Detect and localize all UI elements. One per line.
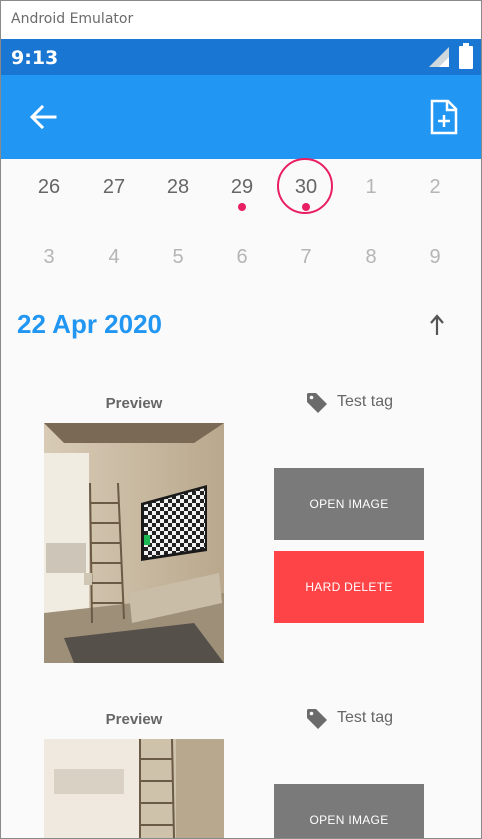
emulator-title-bar: Android Emulator <box>1 1 481 39</box>
image-preview[interactable] <box>44 739 224 839</box>
calendar-day[interactable]: 6 <box>217 246 267 269</box>
event-dot <box>238 203 246 211</box>
app-bar <box>1 75 481 159</box>
image-preview[interactable] <box>44 423 224 663</box>
calendar-day[interactable]: 27 <box>89 176 139 199</box>
preview-label: Preview <box>105 395 163 412</box>
calendar-day[interactable]: 9 <box>410 246 460 269</box>
calendar-day-selected[interactable]: 30 <box>281 176 331 199</box>
calendar-day[interactable]: 7 <box>281 246 331 269</box>
preview-label: Preview <box>105 711 163 728</box>
status-bar: 9:13 <box>1 39 481 75</box>
arrow-back-icon[interactable] <box>27 101 59 133</box>
section-date: 22 Apr 2020 <box>17 309 163 339</box>
tag-icon <box>307 709 327 729</box>
status-time: 9:13 <box>11 47 59 69</box>
signal-icon <box>429 47 449 67</box>
window-title: Android Emulator <box>11 11 134 27</box>
calendar-day[interactable]: 2 <box>410 176 460 199</box>
note-add-icon[interactable] <box>429 99 459 135</box>
hard-delete-button[interactable]: HARD DELETE <box>274 551 424 623</box>
open-image-button[interactable]: OPEN IMAGE <box>274 468 424 540</box>
tag-chip: Test tag <box>305 391 445 415</box>
calendar-day[interactable]: 5 <box>153 246 203 269</box>
calendar-day[interactable]: 26 <box>24 176 74 199</box>
battery-icon <box>459 43 473 69</box>
open-image-button[interactable]: OPEN IMAGE <box>274 784 424 838</box>
tag-label: Test tag <box>337 709 394 726</box>
calendar-day[interactable]: 1 <box>346 176 396 199</box>
calendar-day[interactable]: 29 <box>217 176 267 199</box>
event-dot <box>302 203 310 211</box>
calendar-day[interactable]: 8 <box>346 246 396 269</box>
emulator-window: Android Emulator 9:13 26 27 28 29 30 1 2 <box>0 0 482 839</box>
calendar-day[interactable]: 28 <box>153 176 203 199</box>
tag-label: Test tag <box>337 393 394 410</box>
tag-icon <box>307 393 327 413</box>
arrow-upward-icon[interactable] <box>427 313 447 337</box>
tag-chip: Test tag <box>305 707 445 731</box>
calendar-day[interactable]: 3 <box>24 246 74 269</box>
calendar-day[interactable]: 4 <box>89 246 139 269</box>
